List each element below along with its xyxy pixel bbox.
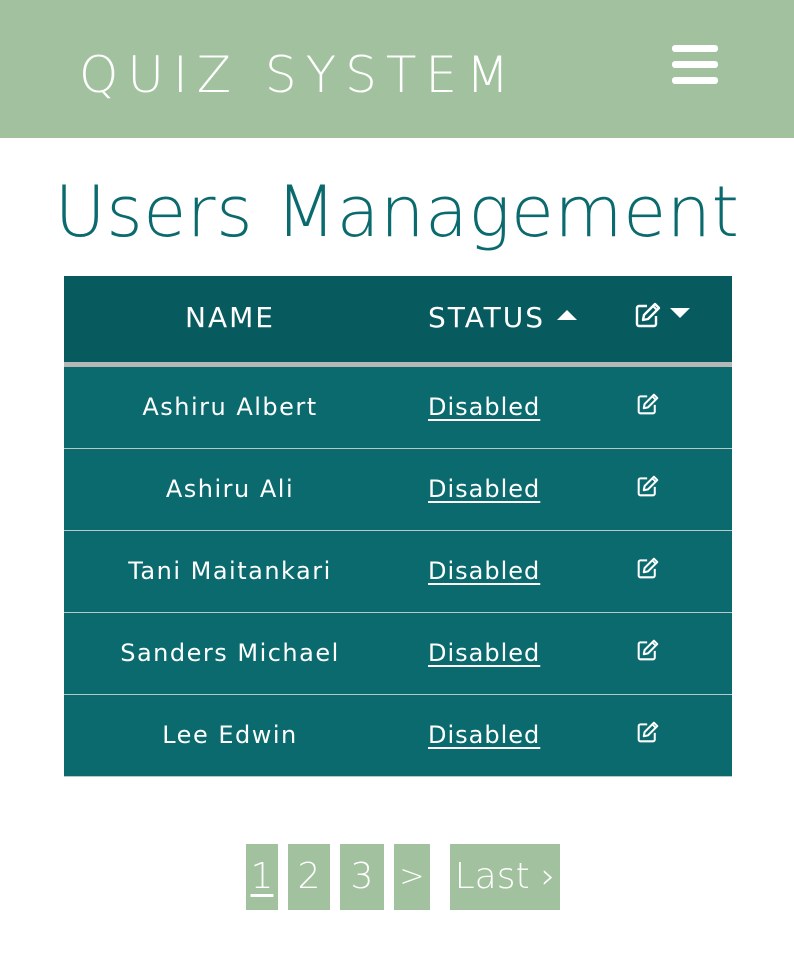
column-header-actions[interactable]: [634, 302, 690, 342]
user-name: Tani Maitankari: [128, 557, 332, 585]
edit-icon[interactable]: [636, 393, 660, 417]
hamburger-menu-icon[interactable]: [668, 42, 722, 88]
table-row: Tani Maitankari Disabled: [64, 531, 732, 613]
user-name: Lee Edwin: [162, 721, 298, 749]
user-status-link[interactable]: Disabled: [428, 715, 540, 755]
last-page-button[interactable]: Last ›: [450, 844, 560, 910]
user-name: Ashiru Albert: [142, 393, 318, 421]
table-row: Ashiru Ali Disabled: [64, 449, 732, 531]
user-status-link[interactable]: Disabled: [428, 469, 540, 509]
column-header-status-label: STATUS: [428, 301, 546, 334]
table-row: Lee Edwin Disabled: [64, 695, 732, 777]
table-row: Ashiru Albert Disabled: [64, 367, 732, 449]
edit-icon[interactable]: [636, 557, 660, 581]
edit-icon[interactable]: [636, 475, 660, 499]
user-status-link[interactable]: Disabled: [428, 633, 540, 673]
page-link-2[interactable]: 2: [288, 844, 330, 910]
edit-icon: [635, 302, 661, 328]
user-status-link[interactable]: Disabled: [428, 387, 540, 427]
table-header: NAME STATUS: [64, 276, 732, 362]
app-brand[interactable]: QUIZ SYSTEM: [79, 44, 518, 106]
user-name: Ashiru Ali: [165, 475, 295, 503]
sort-ascending-icon: [557, 310, 578, 320]
edit-icon[interactable]: [636, 721, 660, 745]
table-row: Sanders Michael Disabled: [64, 613, 732, 695]
chevron-down-icon: [670, 308, 690, 318]
user-name: Sanders Michael: [120, 639, 340, 667]
edit-icon[interactable]: [636, 639, 660, 663]
user-status-link[interactable]: Disabled: [428, 551, 540, 591]
pagination: 1 2 3 > Last ›: [0, 844, 794, 910]
app-header: QUIZ SYSTEM: [0, 0, 794, 138]
column-header-name[interactable]: NAME: [64, 298, 396, 338]
table-body: Ashiru Albert Disabled Ashiru Ali Disabled T…: [64, 367, 732, 777]
page-title: Users Management: [54, 171, 740, 253]
next-page-button[interactable]: >: [394, 844, 430, 910]
column-header-status[interactable]: STATUS: [428, 298, 578, 338]
page-link-3[interactable]: 3: [340, 844, 384, 910]
page-link-1[interactable]: 1: [246, 844, 278, 910]
